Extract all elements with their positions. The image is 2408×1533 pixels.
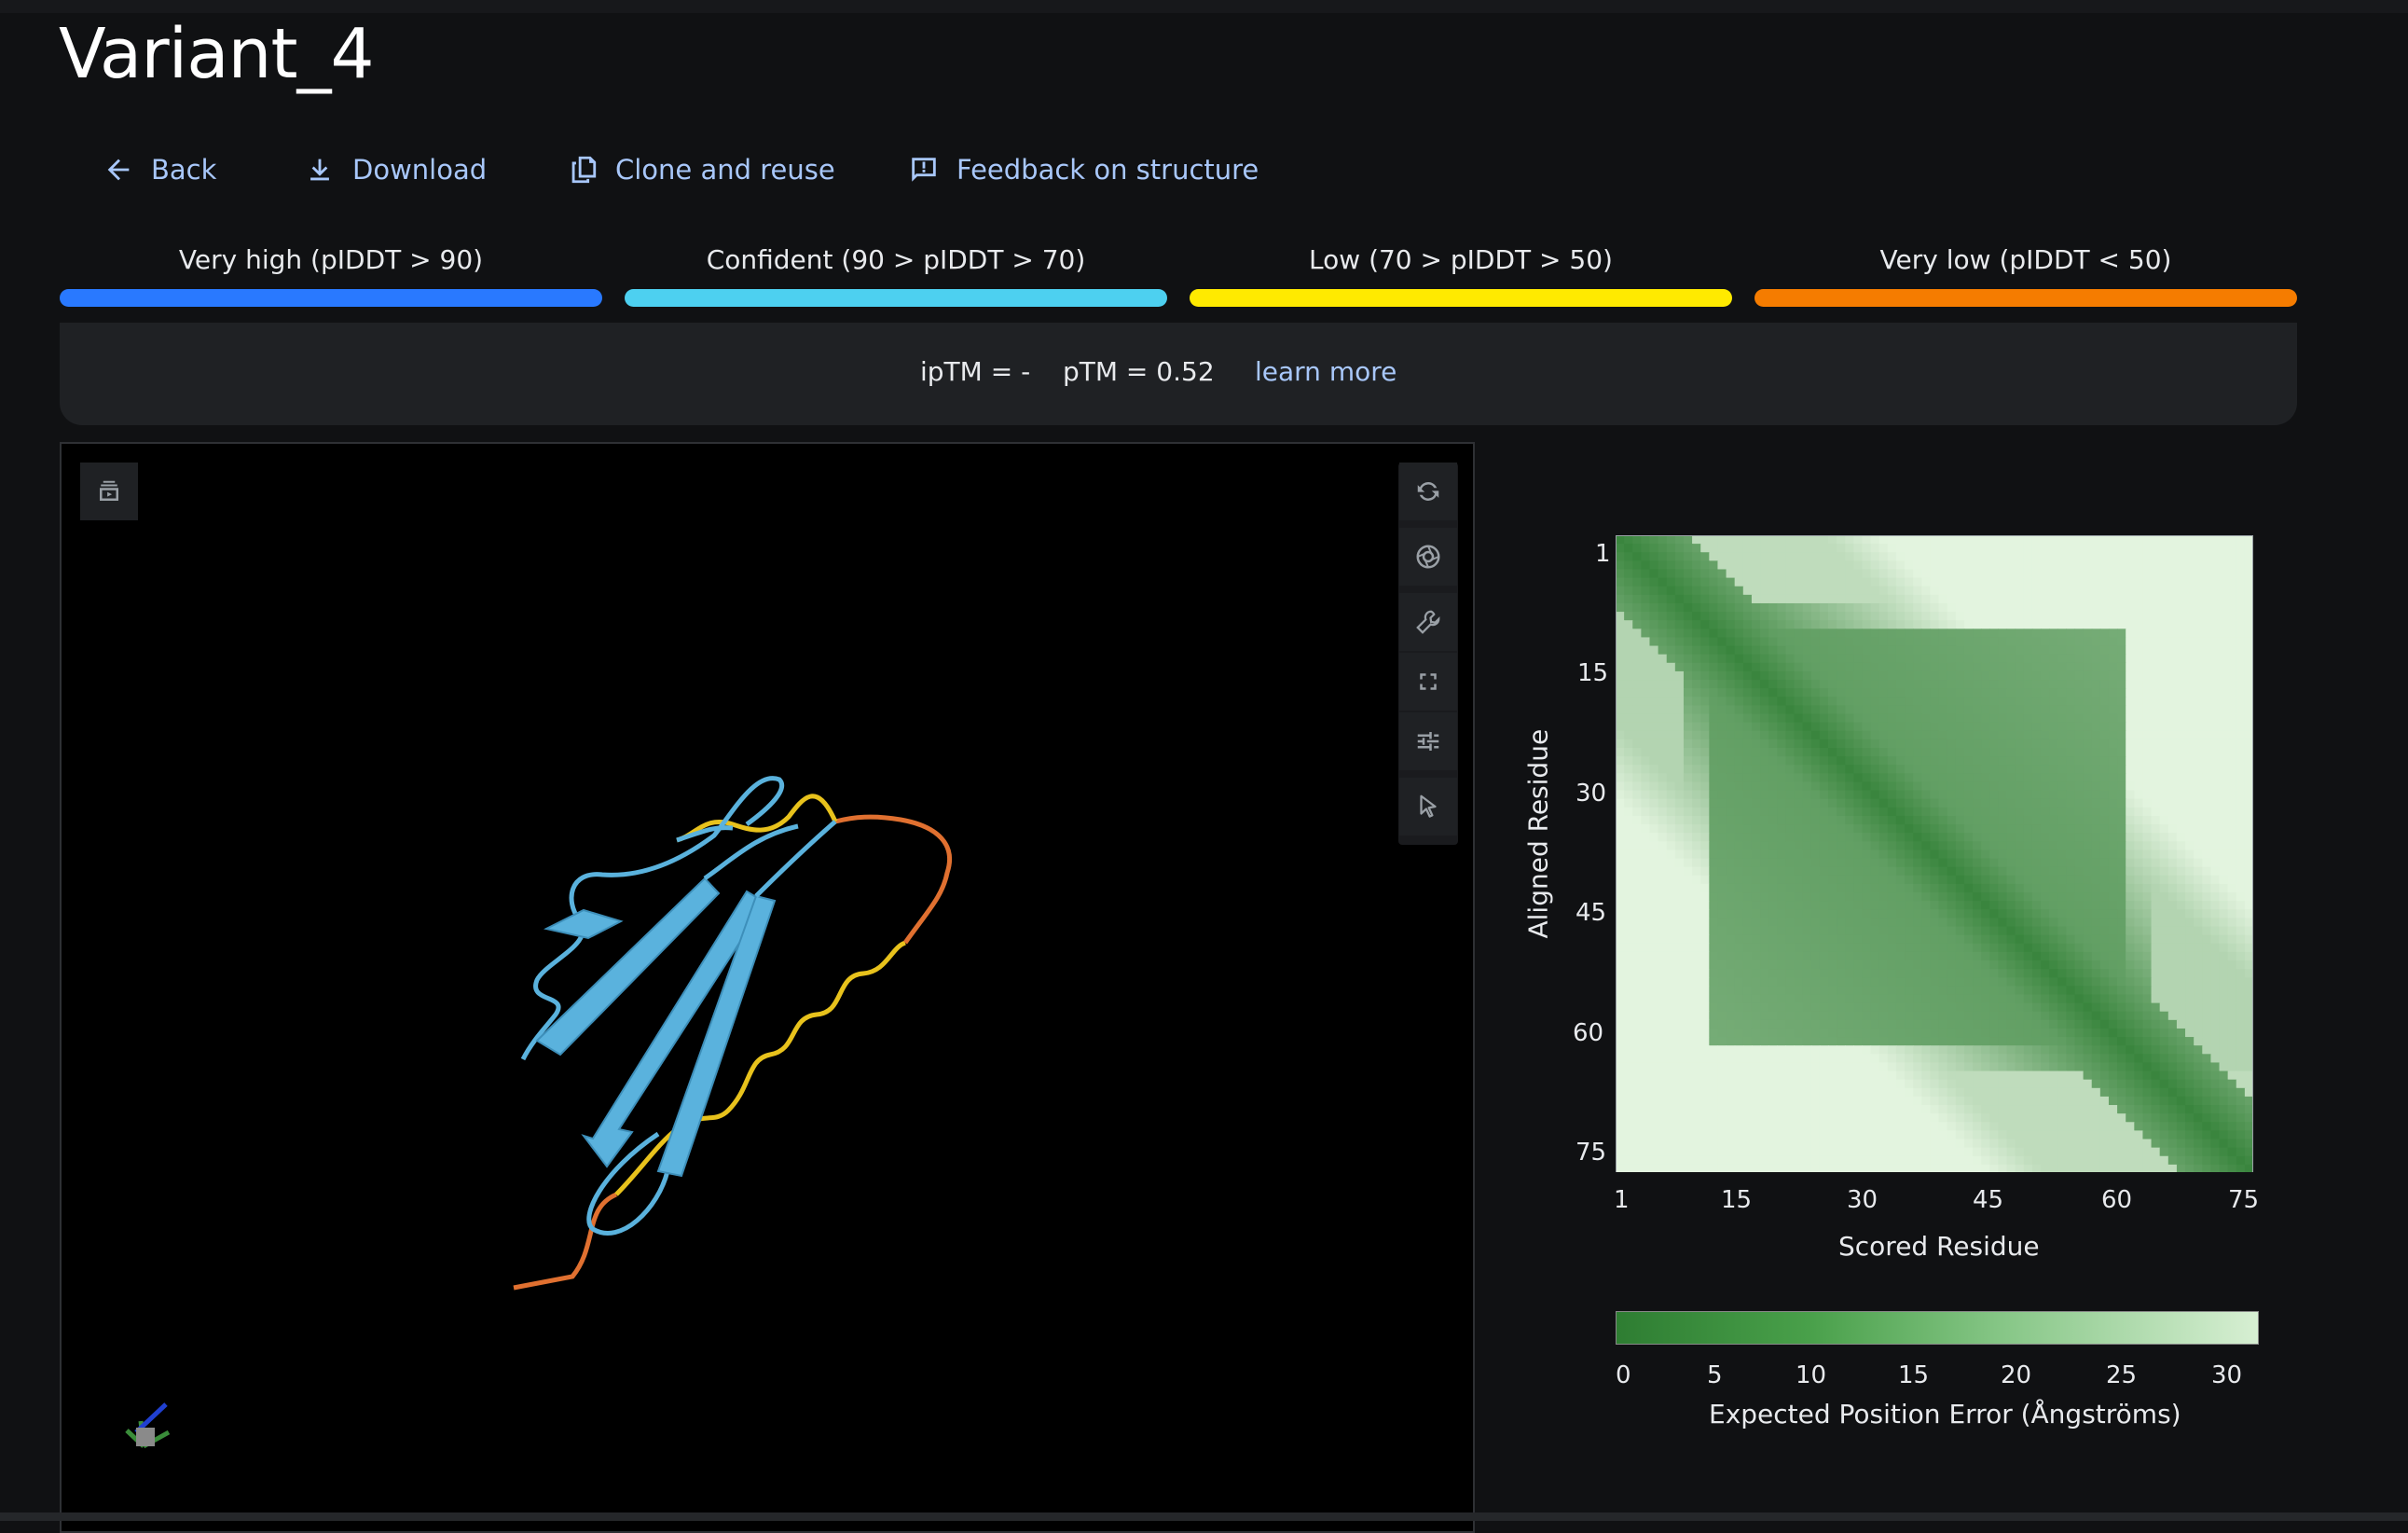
- feedback-icon: [908, 154, 940, 186]
- colorbar-tick-30: 30: [2211, 1361, 2242, 1389]
- y-tick-75: 75: [1576, 1139, 1606, 1167]
- y-tick-45: 45: [1576, 899, 1606, 927]
- bottom-edge: [0, 1512, 2408, 1521]
- colorbar-tick-10: 10: [1796, 1361, 1826, 1389]
- arrow-left-icon: [103, 154, 134, 186]
- colorbar-tick-15: 15: [1898, 1361, 1929, 1389]
- x-axis-label: Scored Residue: [1838, 1231, 2040, 1262]
- colorbar-tick-0: 0: [1616, 1361, 1631, 1389]
- protein-structure[interactable]: [62, 444, 1475, 1533]
- back-label: Back: [151, 154, 216, 186]
- iptm-value: ipTM = -: [920, 356, 1030, 387]
- x-tick-45: 45: [1973, 1186, 2003, 1214]
- y-tick-1: 1: [1595, 540, 1611, 568]
- x-tick-60: 60: [2101, 1186, 2132, 1214]
- confident-strand-loops: [523, 779, 782, 1234]
- very-low-coil: [835, 817, 950, 943]
- orientation-axis-cube: [136, 1428, 155, 1446]
- feedback-button[interactable]: Feedback on structure: [908, 149, 1259, 190]
- metrics-panel: ipTM = - pTM = 0.52 learn more: [60, 323, 2297, 425]
- colorbar-label: Expected Position Error (Ångströms): [1709, 1399, 2181, 1429]
- x-tick-30: 30: [1847, 1186, 1878, 1214]
- legend-confident-label: Confident (90 > pIDDT > 70): [625, 244, 1167, 282]
- clone-and-reuse-label: Clone and reuse: [615, 154, 835, 186]
- colorbar-tick-20: 20: [2001, 1361, 2031, 1389]
- beta-strand-1: [537, 878, 719, 1055]
- structure-viewer[interactable]: [60, 442, 1475, 1533]
- legend-confident-bar: [625, 289, 1167, 307]
- legend-very-high-label: Very high (pIDDT > 90): [60, 244, 602, 282]
- clone-and-reuse-button[interactable]: Clone and reuse: [567, 149, 835, 190]
- y-axis-label: Aligned Residue: [1523, 771, 1554, 939]
- pae-cells: [1616, 535, 2253, 1172]
- colorbar-tick-5: 5: [1707, 1361, 1723, 1389]
- y-tick-60: 60: [1573, 1019, 1603, 1047]
- page-title: Variant_4: [59, 11, 374, 97]
- legend-low-bar: [1190, 289, 1732, 307]
- pae-colorbar: [1616, 1311, 2259, 1345]
- learn-more-link[interactable]: learn more: [1255, 356, 1397, 387]
- x-tick-75: 75: [2228, 1186, 2259, 1214]
- beta-strand-arrow: [546, 910, 621, 938]
- very-low-tail-n-terminal: [514, 1195, 616, 1288]
- feedback-label: Feedback on structure: [956, 154, 1259, 186]
- copy-icon: [567, 154, 599, 186]
- y-tick-15: 15: [1577, 659, 1608, 687]
- legend-low-label: Low (70 > pIDDT > 50): [1190, 244, 1732, 282]
- legend-very-low-bar: [1754, 289, 2297, 307]
- x-tick-1: 1: [1614, 1186, 1630, 1214]
- back-button[interactable]: Back: [103, 149, 216, 190]
- legend-very-high-bar: [60, 289, 602, 307]
- y-tick-30: 30: [1576, 780, 1606, 808]
- ptm-value: pTM = 0.52: [1063, 356, 1215, 387]
- legend-very-low-label: Very low (pIDDT < 50): [1754, 244, 2297, 282]
- download-button[interactable]: Download: [304, 149, 487, 190]
- x-tick-15: 15: [1721, 1186, 1752, 1214]
- download-label: Download: [352, 154, 487, 186]
- colorbar-tick-25: 25: [2106, 1361, 2137, 1389]
- confident-c-terminal-tail: [705, 822, 835, 896]
- low-confidence-coil: [616, 943, 905, 1195]
- pae-heatmap: [1616, 535, 2253, 1172]
- download-icon: [304, 154, 336, 186]
